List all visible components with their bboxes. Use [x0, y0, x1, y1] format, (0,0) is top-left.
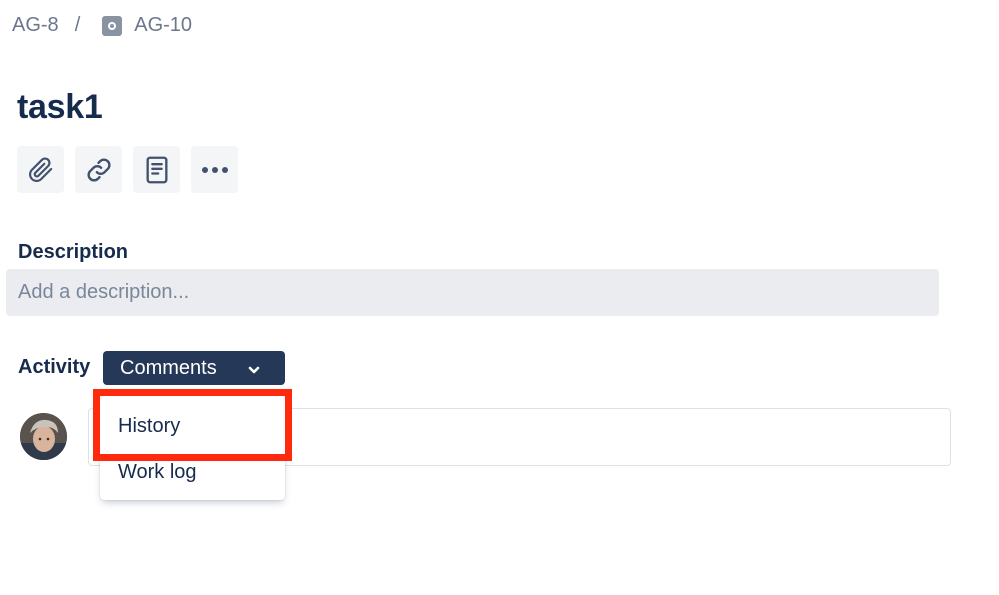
- paperclip-icon: [28, 156, 54, 183]
- activity-filter-menu: History Work log: [100, 396, 285, 500]
- breadcrumb-parent-link[interactable]: AG-8: [12, 14, 59, 37]
- issue-type-icon: [102, 15, 123, 36]
- link-issue-button[interactable]: [75, 146, 122, 193]
- issue-toolbar: [17, 146, 238, 193]
- attach-button[interactable]: [17, 146, 64, 193]
- add-page-button[interactable]: [133, 146, 180, 193]
- description-label: Description: [18, 241, 129, 263]
- issue-title[interactable]: task1: [17, 88, 103, 127]
- avatar: [20, 413, 67, 460]
- link-icon: [86, 157, 112, 183]
- chevron-down-icon: [247, 360, 261, 383]
- activity-label: Activity: [18, 356, 91, 378]
- breadcrumb: AG-8 / AG-10: [12, 14, 192, 37]
- more-actions-button[interactable]: [191, 146, 238, 193]
- activity-filter-selected: Comments: [120, 356, 217, 379]
- breadcrumb-current-link[interactable]: AG-10: [134, 14, 192, 37]
- breadcrumb-separator: /: [74, 14, 81, 36]
- activity-filter-dropdown[interactable]: Comments: [103, 351, 285, 385]
- more-icon: [201, 166, 229, 174]
- page-icon: [145, 156, 169, 184]
- description-field[interactable]: Add a description...: [6, 269, 939, 316]
- issue-view: AG-8 / AG-10 task1 Description Add a des…: [0, 0, 999, 595]
- menu-item-work-log[interactable]: Work log: [100, 449, 285, 495]
- menu-item-history[interactable]: History: [100, 403, 285, 449]
